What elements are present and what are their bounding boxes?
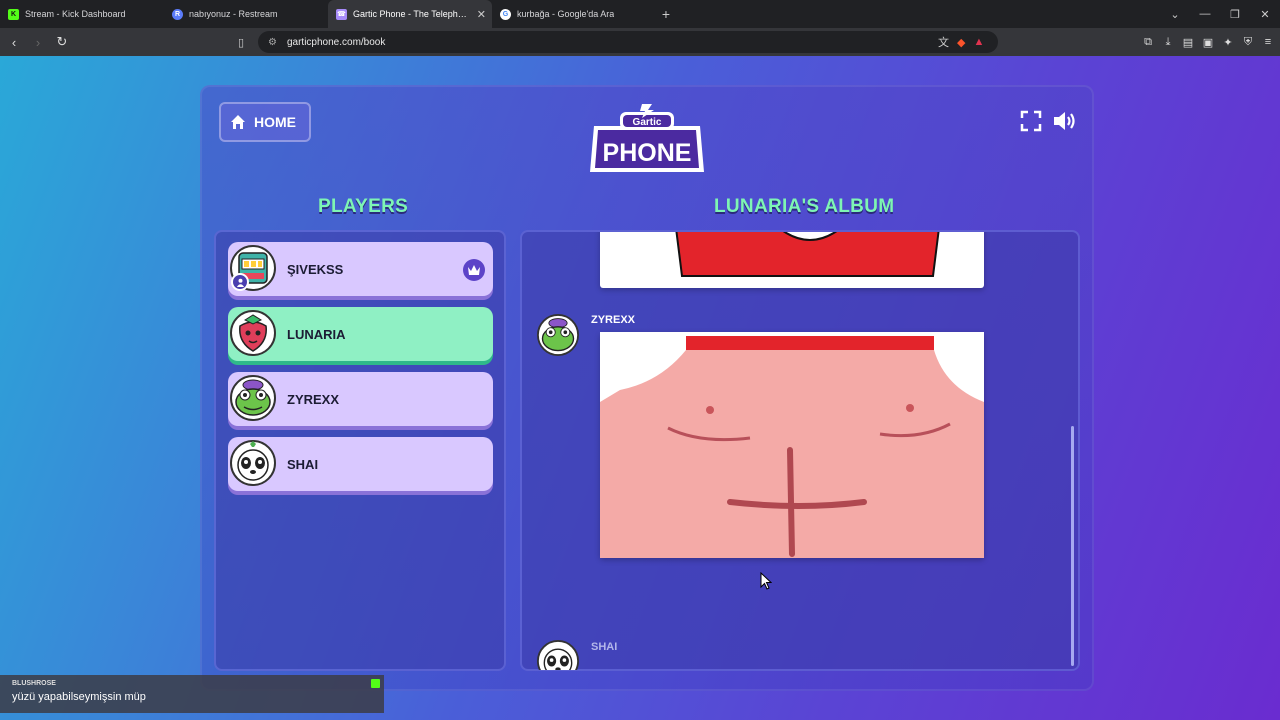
tab-label: nabıyonuz - Restream xyxy=(189,9,278,19)
site-info-icon[interactable]: ⚙ xyxy=(268,37,277,48)
tab-restream[interactable]: R nabıyonuz - Restream xyxy=(164,0,328,28)
strawberry-avatar-icon xyxy=(230,310,276,356)
player-card: ŞIVEKSS xyxy=(228,242,493,296)
download-icon[interactable]: ⤓ xyxy=(1162,36,1174,49)
player-name: SHAI xyxy=(287,456,319,472)
mouse-cursor-icon xyxy=(760,572,772,590)
tab-gartic-phone[interactable]: ☎ Gartic Phone - The Telephone G ✕ xyxy=(328,0,492,28)
kick-badge-icon xyxy=(371,679,380,688)
toolbar-extensions: ⧉ ⤓ ▤ ▣ ✦ ⛨ ≡ xyxy=(1142,28,1274,56)
home-label: HOME xyxy=(254,114,296,130)
drawing-image xyxy=(600,332,984,558)
previous-drawing-card xyxy=(600,232,984,288)
player-card: SHAI xyxy=(228,437,493,491)
panda-avatar-icon xyxy=(230,440,276,486)
close-window-icon[interactable]: ✕ xyxy=(1250,8,1280,21)
back-icon[interactable]: ‹ xyxy=(4,35,24,50)
drawing-card[interactable] xyxy=(600,332,984,558)
translate-icon[interactable]: 文 xyxy=(938,34,949,50)
player-card: ZYREXX xyxy=(228,372,493,426)
zyrexx-avatar-icon xyxy=(537,314,579,356)
player-name: ZYREXX xyxy=(287,391,340,407)
entry-author: SHAI xyxy=(591,641,618,653)
vpn-icon[interactable]: ⛨ xyxy=(1242,36,1254,49)
wallet-icon[interactable]: ▣ xyxy=(1202,36,1214,49)
google-favicon-icon: G xyxy=(500,8,511,20)
new-tab-button[interactable]: + xyxy=(656,6,676,22)
player-card-active: LUNARIA xyxy=(228,307,493,361)
restream-favicon-icon: R xyxy=(172,8,183,20)
sidebar-icon[interactable]: ▤ xyxy=(1182,36,1194,49)
album-scrollbar[interactable] xyxy=(1071,426,1074,666)
tab-search-icon[interactable]: ⌄ xyxy=(1160,8,1190,21)
brave-shield-icon[interactable]: ◆ xyxy=(957,36,965,49)
fullscreen-icon[interactable] xyxy=(1018,108,1044,134)
address-toolbar: ‹ › ↻ ▯ ⚙ garticphone.com/book 文 ◆ ▲ ⧉ ⤓… xyxy=(0,28,1280,56)
tab-google-search[interactable]: G kurbağa - Google'da Ara xyxy=(492,0,656,28)
tab-label: kurbağa - Google'da Ara xyxy=(517,9,615,19)
player-name: ŞIVEKSS xyxy=(287,261,344,277)
tab-label: Gartic Phone - The Telephone G xyxy=(353,9,471,19)
top-right-controls xyxy=(1018,108,1078,134)
browser-tab-bar: K Stream - Kick Dashboard R nabıyonuz - … xyxy=(0,0,1280,28)
window-controls: ⌄ — ❐ ✕ xyxy=(1160,0,1280,28)
chat-username: BLUSHROSE xyxy=(12,680,56,687)
chat-message: yüzü yapabilseymişsin müp xyxy=(12,691,146,703)
kick-favicon-icon: K xyxy=(8,8,19,20)
shai-avatar-icon xyxy=(537,640,579,670)
volume-icon[interactable] xyxy=(1052,108,1078,134)
extensions-icon[interactable]: ⧉ xyxy=(1142,36,1154,49)
url-actions: 文 ◆ ▲ xyxy=(938,28,984,56)
menu-icon[interactable]: ≡ xyxy=(1262,36,1274,48)
leo-ai-icon[interactable]: ✦ xyxy=(1222,36,1234,49)
album-scroll-area[interactable]: ZYREXX SHAI xyxy=(522,232,1078,670)
album-title: LUNARIA'S ALBUM xyxy=(714,196,895,217)
players-title: PLAYERS xyxy=(318,196,409,217)
tab-kick-dashboard[interactable]: K Stream - Kick Dashboard xyxy=(0,0,164,28)
logo-top-text: Gartic xyxy=(633,117,662,128)
home-icon xyxy=(231,115,245,129)
stream-chat-overlay: BLUSHROSE yüzü yapabilseymişsin müp xyxy=(0,675,384,713)
forward-icon[interactable]: › xyxy=(28,35,48,50)
restore-icon[interactable]: ❐ xyxy=(1220,8,1250,21)
bookmark-icon[interactable]: ▯ xyxy=(238,36,244,49)
frog-avatar-icon xyxy=(230,375,276,421)
minimize-icon[interactable]: — xyxy=(1190,8,1220,20)
player-name: LUNARIA xyxy=(287,326,346,342)
close-tab-icon[interactable]: ✕ xyxy=(477,8,486,21)
entry-author: ZYREXX xyxy=(591,314,636,326)
user-badge-icon xyxy=(231,273,249,291)
previous-drawing-image xyxy=(675,232,940,277)
host-crown-icon xyxy=(463,259,485,281)
tab-label: Stream - Kick Dashboard xyxy=(25,9,126,19)
url-text: garticphone.com/book xyxy=(286,36,386,48)
home-button[interactable]: HOME xyxy=(219,102,311,142)
gartic-favicon-icon: ☎ xyxy=(336,8,347,20)
page-viewport: HOME Gartic PHONE PLAYERS LUNARIA'S ALBU… xyxy=(0,56,1280,720)
reload-icon[interactable]: ↻ xyxy=(52,34,72,50)
logo-bottom-text: PHONE xyxy=(603,139,692,167)
gartic-phone-logo: Gartic PHONE xyxy=(590,104,704,172)
brave-rewards-icon[interactable]: ▲ xyxy=(973,36,984,48)
url-bar[interactable]: ▯ ⚙ garticphone.com/book xyxy=(238,31,998,53)
